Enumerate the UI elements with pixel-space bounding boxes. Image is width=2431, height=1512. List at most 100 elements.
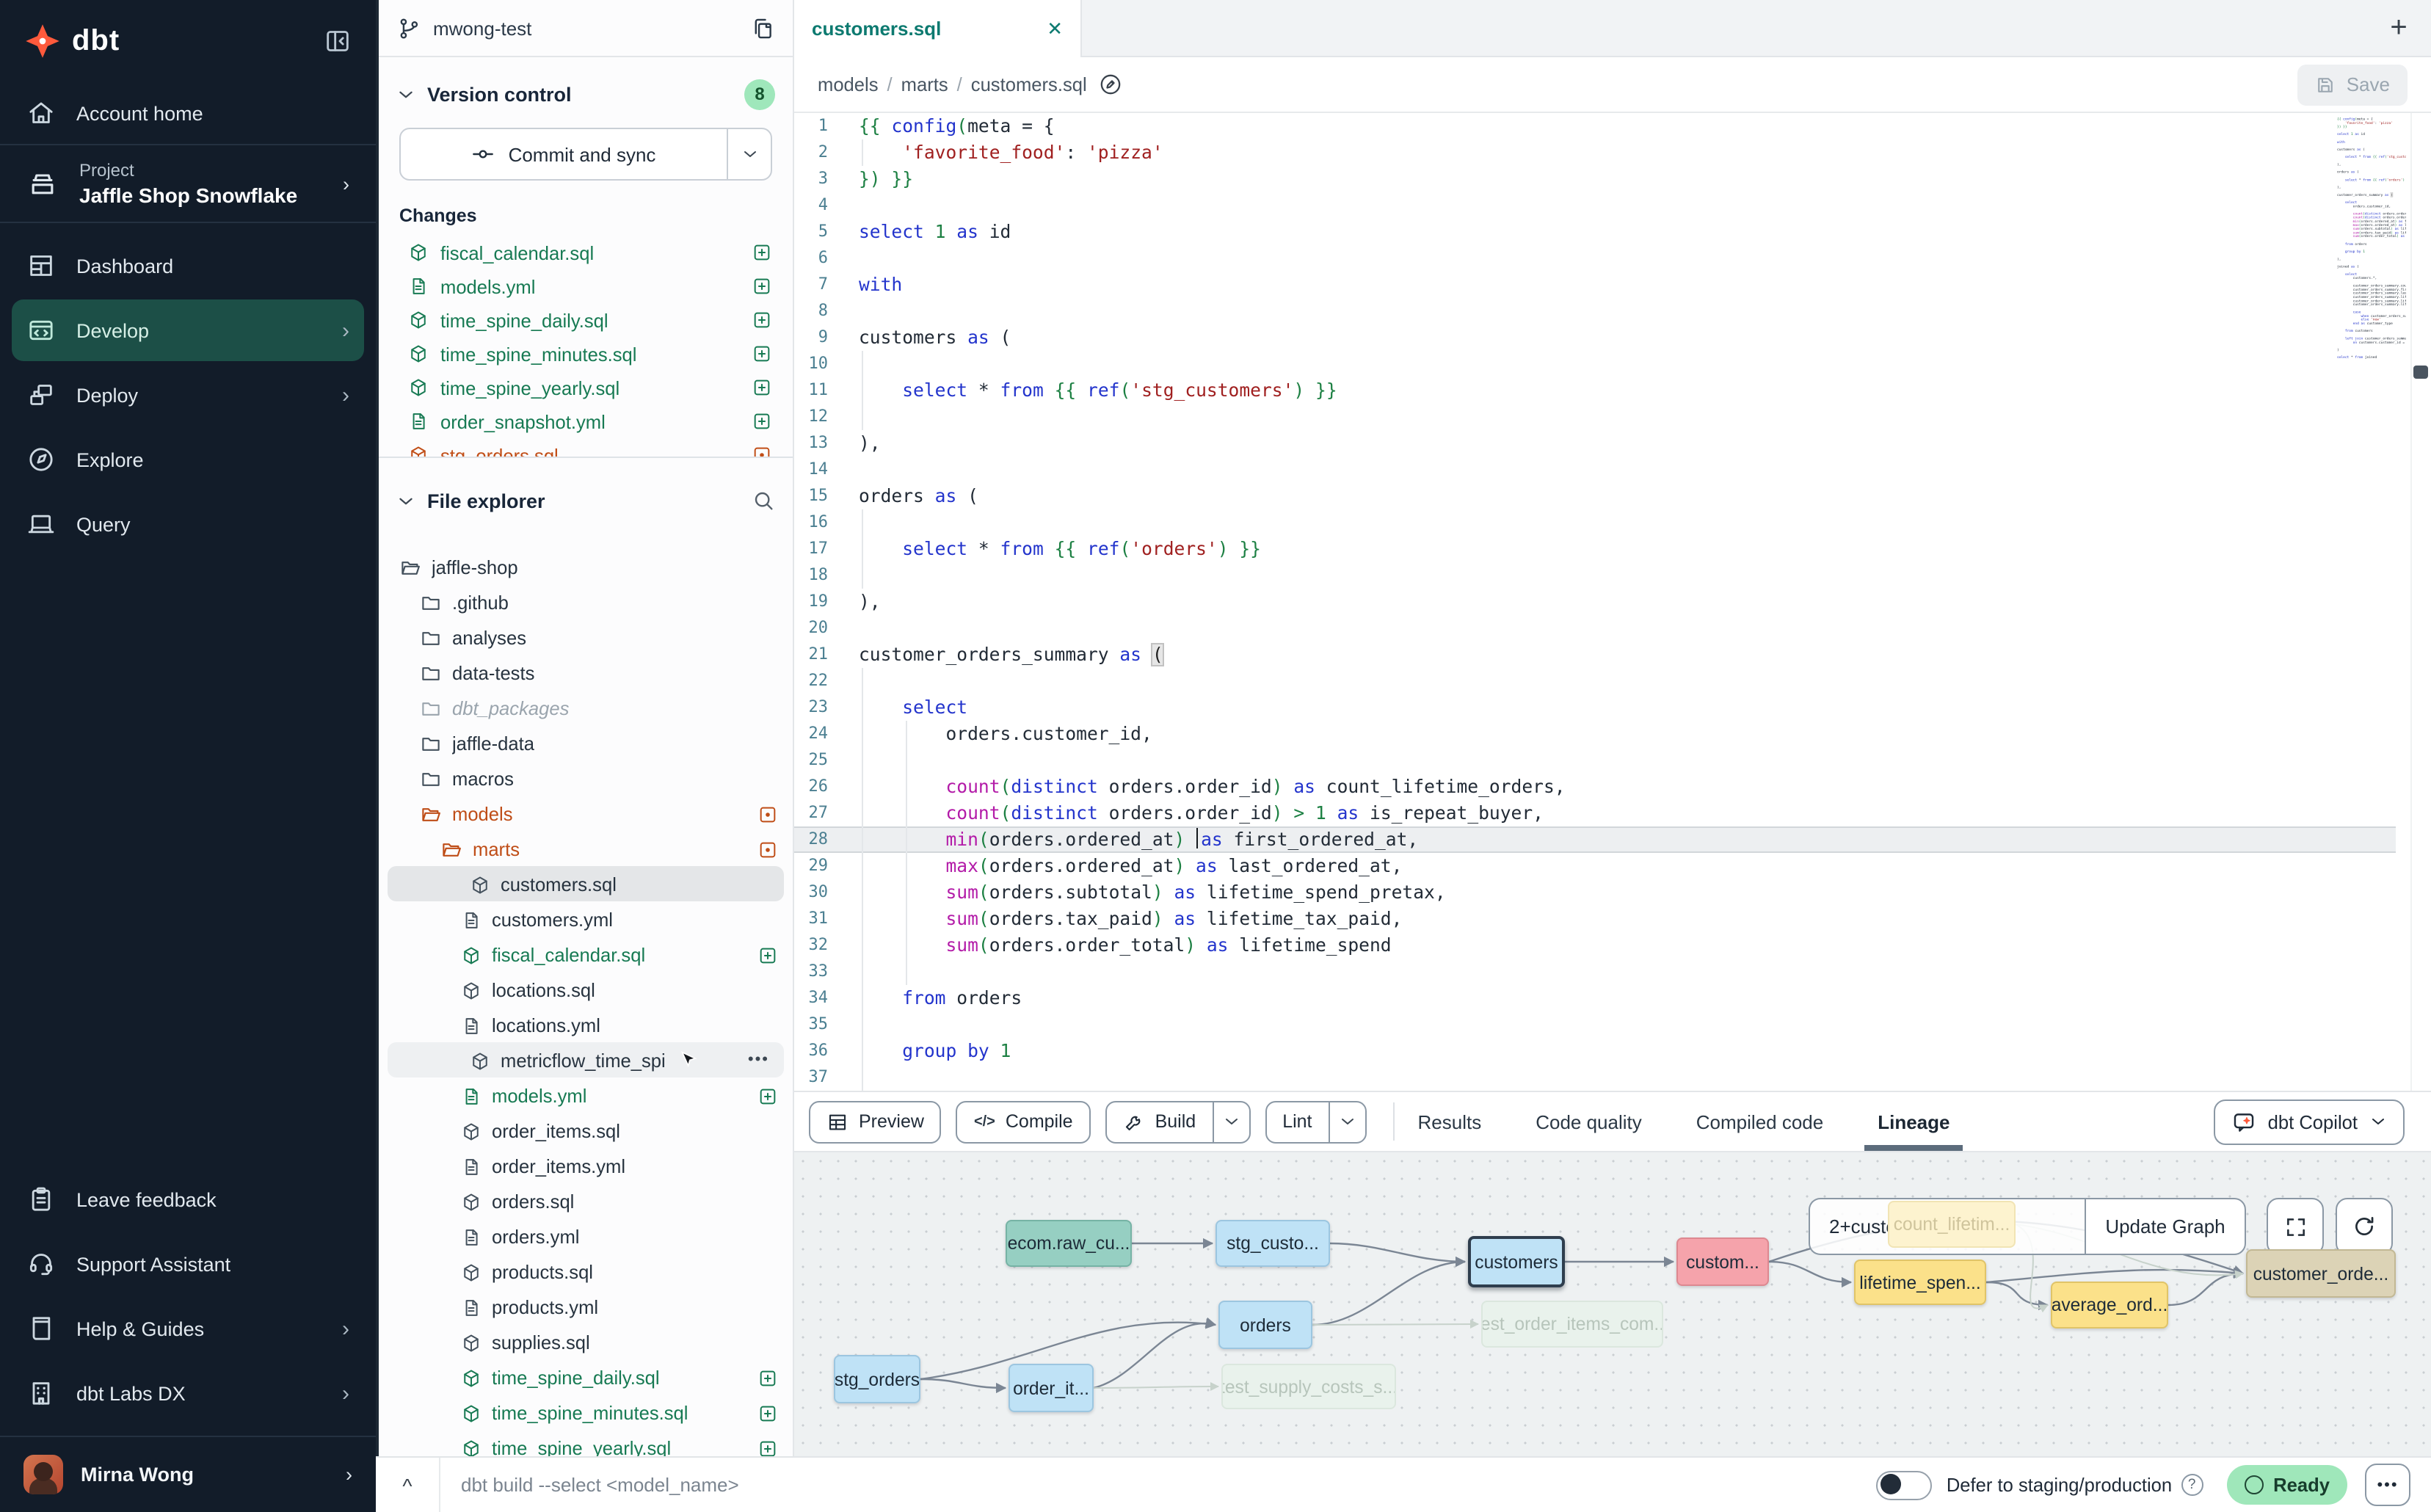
code-line-21[interactable]: 21customer_orders_summary as ( (794, 641, 2396, 668)
sidebar-item-develop[interactable]: Develop› (12, 299, 364, 361)
sidebar-item-deploy[interactable]: Deploy› (12, 364, 364, 426)
file-row-models-yml[interactable]: models.yml (379, 1077, 793, 1113)
lineage-node-orders[interactable]: orders (1218, 1301, 1312, 1349)
new-tab-button[interactable]: + (2366, 0, 2431, 56)
code-line-30[interactable]: 30 sum(orders.subtotal) as lifetime_spen… (794, 879, 2396, 906)
folder-row-jaffle-data[interactable]: jaffle-data (379, 725, 793, 760)
sidebar-user[interactable]: Mirna Wong › (0, 1436, 376, 1512)
changed-file-row[interactable]: fiscal_calendar.sql (379, 236, 793, 270)
code-line-28[interactable]: 28 min(orders.ordered_at) as first_order… (794, 826, 2396, 853)
folder-row-marts[interactable]: marts (379, 831, 793, 866)
refresh-button[interactable] (2336, 1198, 2393, 1255)
changed-file-row[interactable]: order_snapshot.yml (379, 405, 793, 439)
lineage-node-stg_customers[interactable]: stg_custo... (1216, 1220, 1330, 1267)
code-line-31[interactable]: 31 sum(orders.tax_paid) as lifetime_tax_… (794, 906, 2396, 932)
add-file-icon[interactable] (752, 240, 772, 266)
code-line-24[interactable]: 24 orders.customer_id, (794, 721, 2396, 747)
lineage-node-customers[interactable]: customers (1468, 1236, 1565, 1287)
file-row-products-yml[interactable]: products.yml (379, 1289, 793, 1324)
folder-row-analyses[interactable]: analyses (379, 619, 793, 655)
changed-file-row[interactable]: time_spine_minutes.sql (379, 338, 793, 371)
code-line-7[interactable]: 7with (794, 272, 2396, 298)
add-file-icon[interactable] (752, 341, 772, 368)
code-line-20[interactable]: 20 (794, 615, 2396, 641)
add-file-icon[interactable] (752, 308, 772, 334)
file-row-order-items-sql[interactable]: order_items.sql (379, 1113, 793, 1148)
tab-lineage[interactable]: Lineage (1878, 1092, 1949, 1151)
folder-row--github[interactable]: .github (379, 584, 793, 619)
sidebar-item-explore[interactable]: Explore (12, 429, 364, 490)
commit-options-caret[interactable] (727, 129, 771, 179)
code-line-8[interactable]: 8 (794, 298, 2396, 324)
file-row-products-sql[interactable]: products.sql (379, 1254, 793, 1289)
sidebar-project[interactable]: Project Jaffle Shop Snowflake › (0, 144, 376, 223)
add-file-icon[interactable] (752, 274, 772, 300)
editor-scrollbar[interactable] (2410, 113, 2431, 1091)
code-editor[interactable]: 1{{ config(meta = {2 'favorite_food': 'p… (794, 113, 2431, 1091)
breadcrumb-copilot-icon[interactable] (1099, 71, 1124, 98)
file-row-time-spine-daily-sql[interactable]: time_spine_daily.sql (379, 1359, 793, 1395)
file-row-orders-yml[interactable]: orders.yml (379, 1218, 793, 1254)
code-line-36[interactable]: 36 group by 1 (794, 1038, 2396, 1064)
code-line-23[interactable]: 23 select (794, 694, 2396, 721)
code-line-22[interactable]: 22 (794, 668, 2396, 694)
sidebar-item-leave-feedback[interactable]: Leave feedback (12, 1168, 364, 1230)
sidebar-item-help-guides[interactable]: Help & Guides› (12, 1298, 364, 1359)
sidebar-item-query[interactable]: Query (12, 493, 364, 555)
folder-row-jaffle-shop[interactable]: jaffle-shop (379, 549, 793, 584)
code-line-14[interactable]: 14 (794, 457, 2396, 483)
add-file-icon[interactable] (757, 1365, 778, 1388)
code-line-33[interactable]: 33 (794, 959, 2396, 985)
code-line-9[interactable]: 9customers as ( (794, 324, 2396, 351)
file-row-customers-sql[interactable]: customers.sql (388, 866, 784, 901)
breadcrumb-part[interactable]: marts (901, 73, 948, 95)
code-line-1[interactable]: 1{{ config(meta = { (794, 113, 2396, 139)
file-row-time-spine-minutes-sql[interactable]: time_spine_minutes.sql (379, 1395, 793, 1430)
code-line-25[interactable]: 25 (794, 747, 2396, 774)
compile-button[interactable]: </>Compile (956, 1100, 1091, 1143)
code-line-26[interactable]: 26 count(distinct orders.order_id) as co… (794, 774, 2396, 800)
code-line-12[interactable]: 12 (794, 404, 2396, 430)
code-line-4[interactable]: 4 (794, 192, 2396, 219)
folder-row-dbt-packages[interactable]: dbt_packages (379, 690, 793, 725)
sidebar-item-support-assistant[interactable]: Support Assistant (12, 1233, 364, 1295)
branch-name[interactable]: mwong-test (433, 17, 738, 39)
lineage-node-stg_orders[interactable]: stg_orders (834, 1355, 920, 1403)
file-row-orders-sql[interactable]: orders.sql (379, 1183, 793, 1218)
file-row-locations-yml[interactable]: locations.yml (379, 1007, 793, 1042)
close-icon[interactable]: ✕ (1047, 17, 1063, 40)
status-ready-badge[interactable]: Ready (2226, 1465, 2347, 1505)
button-caret[interactable] (1329, 1102, 1365, 1141)
file-row-supplies-sql[interactable]: supplies.sql (379, 1324, 793, 1359)
lineage-node-customer_orders[interactable]: customer_orde... (2246, 1249, 2396, 1298)
code-line-35[interactable]: 35 (794, 1011, 2396, 1038)
folder-row-macros[interactable]: macros (379, 760, 793, 796)
lineage-node-order_items[interactable]: order_it... (1009, 1364, 1094, 1412)
sidebar-item-account-home[interactable]: Account home (0, 82, 376, 144)
row-menu-icon[interactable]: ••• (748, 1051, 769, 1069)
code-line-32[interactable]: 32 sum(orders.order_total) as lifetime_s… (794, 932, 2396, 959)
search-icon[interactable] (752, 489, 775, 512)
lineage-panel[interactable]: 2+customers+2 Update Graph count_lifetim… (794, 1152, 2431, 1456)
code-line-3[interactable]: 3}) }} (794, 166, 2396, 192)
code-line-2[interactable]: 2 'favorite_food': 'pizza' (794, 139, 2396, 166)
code-line-34[interactable]: 34 from orders (794, 985, 2396, 1011)
breadcrumb-part[interactable]: models (818, 73, 879, 95)
code-line-37[interactable]: 37 (794, 1064, 2396, 1091)
lineage-node-lifetime[interactable]: lifetime_spen... (1854, 1260, 1986, 1305)
add-file-icon[interactable] (752, 409, 772, 435)
code-line-11[interactable]: 11 select * from {{ ref('stg_customers')… (794, 377, 2396, 404)
file-row-time-spine-yearly-sql[interactable]: time_spine_yearly.sql (379, 1430, 793, 1456)
editor-scrollbar-thumb[interactable] (2413, 366, 2428, 379)
lint-button[interactable]: Lint (1265, 1100, 1366, 1143)
folder-row-models[interactable]: models (379, 796, 793, 831)
code-line-18[interactable]: 18 (794, 562, 2396, 589)
sidebar-collapse-icon[interactable] (323, 26, 352, 56)
code-line-16[interactable]: 16 (794, 509, 2396, 536)
code-line-5[interactable]: 5select 1 as id (794, 219, 2396, 245)
add-file-icon[interactable] (757, 1083, 778, 1106)
code-line-17[interactable]: 17 select * from {{ ref('orders') }} (794, 536, 2396, 562)
add-file-icon[interactable] (757, 1400, 778, 1423)
lineage-node-average[interactable]: average_ord... (2051, 1282, 2168, 1329)
code-line-15[interactable]: 15orders as ( (794, 483, 2396, 509)
